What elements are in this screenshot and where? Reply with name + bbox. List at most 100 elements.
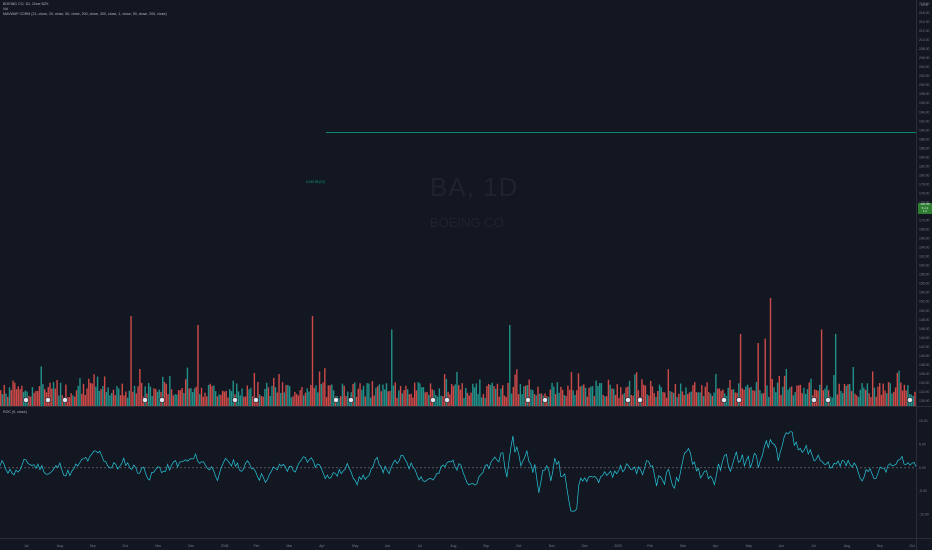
volume-bar (36, 390, 39, 406)
volume-bar (665, 397, 668, 406)
volume-bar (292, 396, 294, 406)
volume-bar (766, 385, 768, 406)
volume-bar (900, 382, 902, 406)
volume-bar (0, 390, 2, 406)
volume-bar (838, 383, 840, 406)
volume-bar (678, 393, 680, 406)
volume-bar (227, 397, 229, 406)
volume-bar (410, 393, 412, 406)
volume-bar (294, 391, 296, 406)
volume-bar (229, 389, 231, 406)
volume-bar (553, 386, 555, 406)
volume-bar (519, 383, 522, 406)
volume-bar (347, 391, 349, 406)
volume-bar (806, 389, 809, 406)
volume-bar (648, 395, 650, 406)
volume-bar (204, 392, 206, 406)
earnings-marker (142, 397, 148, 403)
volume-bar (817, 390, 819, 406)
volume-bar (70, 393, 72, 406)
volume-bar (489, 385, 492, 406)
volume-bar (531, 389, 534, 406)
volume-bar (225, 390, 227, 406)
price-tag-line: 1.2 (922, 209, 928, 214)
volume-bar (329, 385, 331, 406)
volume-bar (856, 395, 858, 406)
volume-bar (516, 369, 518, 406)
volume-bar (690, 391, 692, 406)
volume-bar (537, 386, 539, 406)
price-axis-label: 206.00 (919, 56, 929, 60)
volume-bar (42, 384, 44, 406)
price-axis-label: 130.00 (919, 399, 929, 403)
volume-bar (563, 395, 566, 406)
volume-bar (281, 382, 284, 406)
time-axis-label: Apr (319, 544, 325, 548)
volume-bar (31, 387, 34, 406)
volume-bar (873, 387, 876, 406)
volume-bar (604, 396, 606, 406)
volume-bar (221, 390, 224, 406)
price-axis-label: 170.00 (919, 219, 929, 223)
volume-bar (237, 391, 240, 406)
volume-bar (290, 397, 293, 406)
volume-bar (209, 383, 212, 406)
volume-bar (98, 390, 101, 406)
volume-bar (567, 385, 569, 406)
volume-bar (502, 385, 504, 406)
volume-bar (373, 395, 375, 406)
roc-line (0, 431, 917, 512)
price-axis-label: 164.00 (919, 246, 929, 250)
volume-bar (634, 374, 636, 406)
volume-bar (392, 385, 395, 406)
volume-bar (371, 381, 374, 406)
volume-bar (674, 383, 677, 406)
volume-bar (875, 396, 877, 406)
volume-bar (688, 392, 691, 406)
volume-bar (472, 383, 474, 406)
volume-bar (295, 393, 298, 406)
volume-bar (318, 371, 321, 406)
volume-bar (782, 386, 784, 406)
volume-bar (230, 391, 233, 406)
volume-bar (267, 387, 270, 406)
volume-bar (711, 395, 714, 406)
volume-bar (498, 396, 500, 406)
volume-bar (826, 385, 828, 406)
volume-bar (699, 392, 701, 406)
volume-bar (667, 369, 670, 406)
volume-bar (174, 394, 176, 406)
volume-bar (727, 387, 729, 406)
volume-bar (479, 379, 481, 406)
chart-canvas[interactable]: 218.00216.00214.00212.00210.00208.00206.… (0, 0, 932, 550)
volume-bar (21, 385, 23, 406)
volume-bar (192, 392, 194, 406)
volume-bar (523, 386, 525, 406)
volume-bar (775, 392, 777, 406)
volume-bar (507, 382, 509, 406)
volume-bar (415, 390, 418, 406)
volume-bar (685, 387, 687, 406)
volume-bar (301, 387, 303, 406)
volume-bar (14, 382, 16, 406)
volume-bar (799, 384, 802, 406)
time-axis-label: Jul (418, 544, 423, 548)
volume-bar (824, 388, 826, 406)
volume-bar (695, 392, 698, 406)
volume-bar (493, 386, 495, 406)
volume-bar (671, 391, 673, 406)
volume-bar (352, 384, 354, 406)
time-axis-label: Dec (582, 544, 588, 548)
volume-bar (79, 378, 81, 406)
volume-bar (771, 379, 773, 406)
volume-bar (687, 394, 689, 406)
price-axis-label: 186.00 (919, 146, 929, 150)
volume-bar (378, 384, 381, 406)
volume-bar (368, 383, 370, 406)
volume-bar (193, 388, 196, 406)
watermark-symbol: BA, 1D (430, 172, 519, 202)
volume-bar (556, 382, 559, 406)
volume-bar (509, 325, 511, 406)
earnings-marker (232, 397, 238, 403)
volume-bar (581, 385, 583, 406)
